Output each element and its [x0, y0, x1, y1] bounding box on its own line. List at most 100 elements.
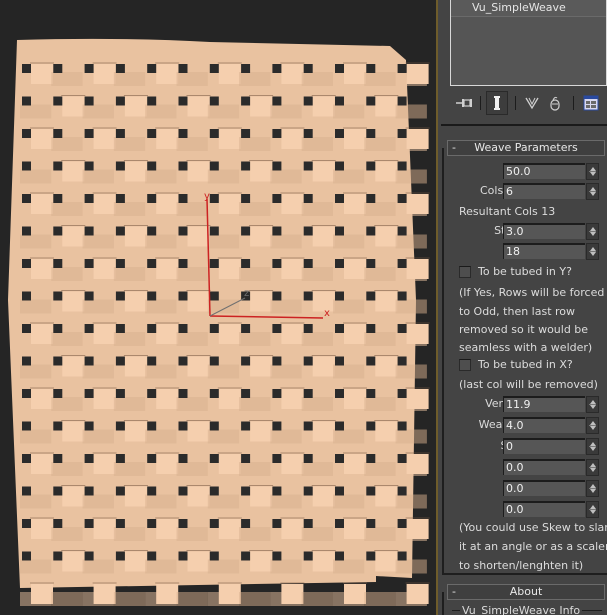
weave-raised-tile — [375, 551, 398, 572]
skew-axis-spinner[interactable] — [586, 438, 599, 455]
weave-raised-tile — [250, 356, 273, 377]
weave-hole — [335, 356, 344, 366]
weave-strip-shade — [239, 267, 271, 281]
weave-raised-tile — [218, 129, 241, 149]
weave-hole — [53, 194, 63, 203]
stack-item-vu-simpleweave[interactable]: Vu_SimpleWeave — [451, 0, 606, 17]
modifier-stack-list[interactable]: Vu_SimpleWeave — [450, 0, 607, 86]
weave-raised-tile — [124, 161, 147, 182]
weave-hole — [397, 161, 407, 171]
pin-stack-button[interactable] — [453, 91, 475, 115]
tubed-y-checkbox[interactable] — [459, 266, 471, 278]
weave-raised-tile — [312, 96, 335, 117]
weave-strip-shade — [113, 527, 146, 541]
weave-raised-tile — [218, 519, 241, 539]
rows-spinner[interactable] — [586, 243, 599, 260]
weave-raised-tile — [156, 519, 179, 539]
strip-width-input[interactable]: 3.0 — [503, 223, 585, 239]
skew-note-line: to shorten/lenghten it) — [459, 559, 584, 572]
weave-strip-shade — [395, 169, 427, 184]
weave-raised-tile — [156, 194, 179, 214]
weave-strip-shade — [113, 462, 146, 476]
weave-hole — [366, 519, 376, 528]
strip-width-spinner[interactable] — [586, 223, 599, 240]
weave-height-input[interactable]: 4.0 — [503, 417, 585, 433]
weave-raised-tile — [218, 194, 241, 214]
weave-strip-shade — [20, 494, 52, 509]
weave-hole — [335, 64, 344, 73]
weave-hole — [84, 64, 94, 73]
weave-hole — [53, 64, 63, 73]
weave-hole — [335, 259, 344, 268]
weave-strip-shade — [395, 559, 427, 574]
weave-height-spinner[interactable] — [586, 417, 599, 434]
cols-input[interactable]: 6 — [503, 183, 585, 199]
weave-strip-shade — [270, 559, 302, 574]
weave-hole — [22, 356, 31, 366]
weave-raised-tile — [156, 454, 179, 474]
weave-strip-shade — [113, 137, 146, 151]
weave-hole — [335, 161, 344, 171]
perspective-viewport[interactable]: x y z — [0, 0, 437, 615]
weave-hole — [53, 421, 63, 431]
weave-hole — [115, 324, 125, 333]
weave-strip-shade — [395, 429, 427, 444]
vertical-gap-spinner[interactable] — [586, 396, 599, 413]
weave-hole — [397, 194, 407, 203]
weave-hole — [272, 486, 282, 496]
skew-z-input[interactable]: 0.0 — [503, 501, 585, 517]
weave-strip-shade — [364, 527, 396, 541]
weave-hole — [209, 129, 219, 138]
weave-strip-shade — [333, 234, 365, 249]
skew-z-spinner[interactable] — [586, 501, 599, 518]
weave-hole — [209, 96, 219, 106]
weave-strip-shade — [270, 364, 302, 379]
weave-hole — [115, 454, 125, 463]
cols-spinner[interactable] — [586, 183, 599, 200]
weave-strip-shade — [364, 592, 396, 606]
weave-hole — [22, 389, 31, 398]
skew-y-input[interactable]: 0.0 — [503, 480, 585, 496]
weave-hole — [241, 454, 251, 463]
weave-strip-shade — [176, 592, 208, 606]
show-end-result-button[interactable] — [486, 91, 508, 115]
weave-raised-tile — [62, 226, 85, 247]
weave-raised-tile — [281, 389, 304, 409]
weave-strip-shade — [301, 397, 333, 411]
weave-hole — [115, 291, 125, 301]
weave-hole — [241, 226, 251, 236]
skew-y-spinner[interactable] — [586, 480, 599, 497]
weave-hole — [303, 519, 313, 528]
skew-x-input[interactable]: 0.0 — [503, 459, 585, 475]
make-unique-button[interactable] — [521, 91, 543, 115]
length-spinner[interactable] — [586, 163, 599, 180]
weave-hole — [272, 161, 282, 171]
weave-hole — [178, 519, 188, 528]
weave-hole — [209, 486, 219, 496]
rows-input[interactable]: 18 — [503, 243, 585, 259]
skew-x-spinner[interactable] — [586, 459, 599, 476]
weave-strip-shade — [301, 267, 333, 281]
weave-hole — [397, 421, 407, 431]
weave-hole — [335, 291, 344, 301]
weave-raised-tile — [187, 486, 210, 507]
tubed-x-checkbox[interactable] — [459, 359, 471, 371]
skew-note-line: it at an angle or as a scaler — [459, 540, 607, 553]
skew-axis-input[interactable]: 0 — [503, 438, 585, 454]
weave-hole — [272, 259, 282, 268]
length-input[interactable]: 50.0 — [503, 163, 585, 179]
weave-strip-shade — [364, 462, 396, 476]
weave-hole — [53, 161, 63, 171]
weave-hole — [84, 291, 94, 301]
weave-strip-shade — [176, 202, 208, 216]
weave-mesh[interactable]: x y z — [0, 0, 437, 615]
configure-modifier-sets-button[interactable] — [580, 91, 602, 115]
weave-raised-tile — [250, 551, 273, 572]
tubed-y-note-line: (If Yes, Rows will be forced — [459, 286, 605, 299]
weave-strip-shade — [239, 592, 271, 606]
weave-strip-shade — [301, 332, 333, 346]
vertical-gap-input[interactable]: 11.9 — [503, 396, 585, 412]
weave-hole — [53, 259, 63, 268]
remove-modifier-button[interactable] — [544, 91, 566, 115]
weave-hole — [397, 259, 407, 268]
